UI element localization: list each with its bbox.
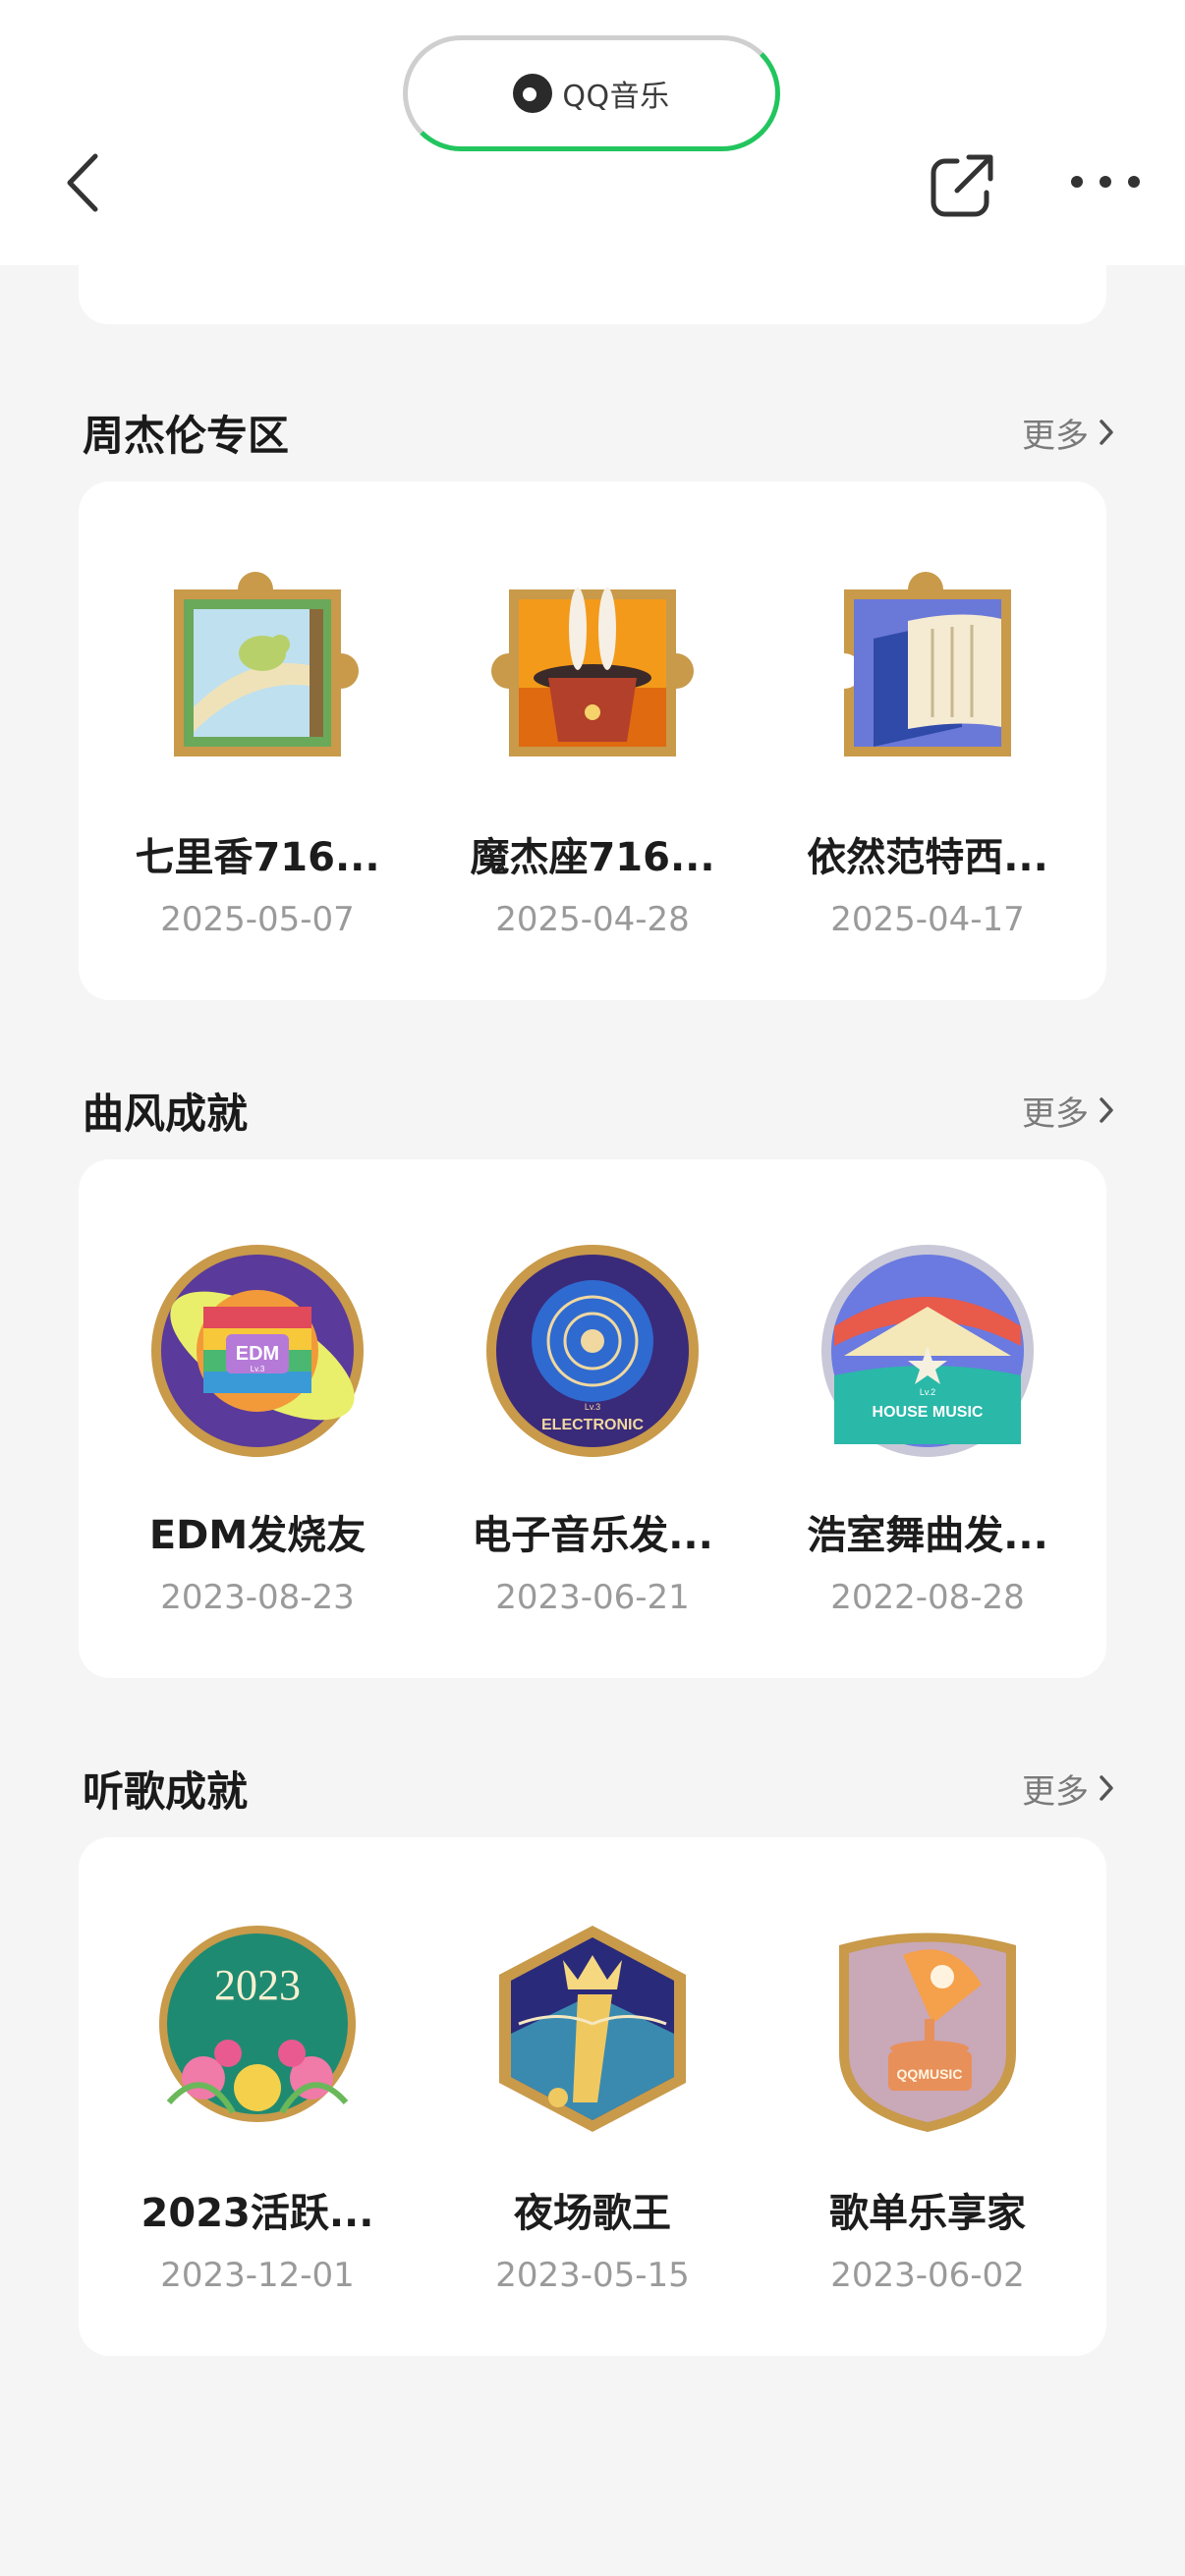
- more-label: 更多: [1022, 1771, 1089, 1812]
- section-title: 周杰伦专区: [83, 411, 290, 460]
- gramophone-badge-icon: QQMUSIC: [839, 1932, 1016, 2132]
- badge-item[interactable]: QQMUSIC 歌单乐享家 2023-06-02: [757, 1916, 1099, 2295]
- badge-name: 歌单乐享家: [829, 2191, 1026, 2236]
- night-king-badge-icon: [499, 1926, 686, 2132]
- badge-date: 2023-12-01: [160, 2256, 355, 2295]
- badge-item[interactable]: 依然范特西... 2025-04-17: [757, 560, 1099, 939]
- badge-card-genre: EDM Lv.3 EDM发烧友 2023-08-23 Lv.3 ELECTRON…: [79, 1159, 1106, 1678]
- badge-item[interactable]: Lv.2 HOUSE MUSIC 浩室舞曲发... 2022-08-28: [757, 1238, 1099, 1617]
- badge-name: 浩室舞曲发...: [807, 1513, 1048, 1558]
- back-button[interactable]: [57, 147, 108, 218]
- chevron-right-icon: [1100, 1097, 1113, 1123]
- share-button[interactable]: [924, 147, 1000, 224]
- section-more-link[interactable]: 更多: [1022, 409, 1114, 457]
- badge-date: 2023-06-21: [495, 1578, 690, 1617]
- badge-date: 2023-05-15: [495, 2256, 690, 2295]
- electronic-vinyl-badge-icon: Lv.3 ELECTRONIC: [486, 1245, 699, 1457]
- badge-item[interactable]: 魔杰座716... 2025-04-28: [422, 560, 763, 939]
- qq-music-logo-icon: [513, 74, 553, 113]
- svg-text:QQMUSIC: QQMUSIC: [897, 2066, 963, 2082]
- brand-pill[interactable]: QQ音乐: [403, 35, 780, 151]
- badge-item[interactable]: 七里香716... 2025-05-07: [86, 560, 428, 939]
- section-title: 曲风成就: [83, 1089, 249, 1138]
- more-dot: [1071, 176, 1083, 188]
- more-dot: [1100, 176, 1111, 188]
- svg-text:ELECTRONIC: ELECTRONIC: [541, 1417, 644, 1433]
- badge-name: 电子音乐发...: [472, 1513, 713, 1558]
- badge-date: 2023-06-02: [830, 2256, 1025, 2295]
- section-header-jay: 周杰伦专区 更多: [83, 403, 1114, 462]
- chevron-right-icon: [1100, 1775, 1113, 1801]
- section-header-genre: 曲风成就 更多: [83, 1081, 1114, 1140]
- badge-card-listening: 2023 2023活跃... 2023-12-01 夜场歌王 2023-05-1…: [79, 1837, 1106, 2356]
- chevron-right-icon: [1100, 420, 1113, 445]
- section-more-link[interactable]: 更多: [1022, 1764, 1114, 1813]
- section-header-listening: 听歌成就 更多: [83, 1759, 1114, 1818]
- badge-name: EDM发烧友: [148, 1513, 367, 1558]
- top-bar: QQ音乐: [0, 0, 1185, 265]
- badge-date: 2025-04-28: [495, 900, 690, 939]
- scroll-puzzle-badge-icon: [844, 572, 1011, 756]
- previous-card-bottom: [79, 246, 1106, 324]
- bird-puzzle-badge-icon: [174, 572, 359, 756]
- more-button[interactable]: [1071, 167, 1140, 196]
- edm-globe-badge-icon: EDM Lv.3: [151, 1245, 364, 1457]
- svg-text:HOUSE MUSIC: HOUSE MUSIC: [873, 1404, 984, 1421]
- svg-text:Lv.3: Lv.3: [251, 1365, 265, 1373]
- section-title: 听歌成就: [83, 1766, 249, 1816]
- share-icon: [931, 154, 993, 217]
- svg-text:EDM: EDM: [236, 1343, 279, 1365]
- badge-item[interactable]: Lv.3 ELECTRONIC 电子音乐发... 2023-06-21: [422, 1238, 763, 1617]
- chevron-left-icon: [67, 153, 98, 212]
- badge-date: 2025-04-17: [830, 900, 1025, 939]
- badge-date: 2025-05-07: [160, 900, 355, 939]
- badge-name: 依然范特西...: [807, 835, 1048, 880]
- svg-text:2023: 2023: [214, 1961, 301, 2009]
- more-label: 更多: [1022, 1093, 1089, 1134]
- badge-date: 2022-08-28: [830, 1578, 1025, 1617]
- badge-item[interactable]: 2023 2023活跃... 2023-12-01: [86, 1916, 428, 2295]
- more-dot: [1128, 176, 1140, 188]
- svg-text:Lv.3: Lv.3: [585, 1402, 600, 1412]
- badge-card-jay: 七里香716... 2025-05-07 魔杰座716... 2025-04-2…: [79, 481, 1106, 1000]
- badge-date: 2023-08-23: [160, 1578, 355, 1617]
- svg-text:Lv.2: Lv.2: [920, 1387, 935, 1397]
- badge-name: 魔杰座716...: [470, 835, 715, 880]
- magic-hat-puzzle-badge-icon: [491, 588, 694, 756]
- badge-name: 夜场歌王: [514, 2191, 671, 2236]
- house-music-badge-icon: Lv.2 HOUSE MUSIC: [821, 1245, 1034, 1457]
- badge-name: 2023活跃...: [141, 2191, 374, 2236]
- section-more-link[interactable]: 更多: [1022, 1087, 1114, 1135]
- year-2023-flower-badge-icon: 2023: [159, 1926, 356, 2122]
- brand-label: QQ音乐: [562, 80, 670, 114]
- more-label: 更多: [1022, 416, 1089, 456]
- badge-item[interactable]: EDM Lv.3 EDM发烧友 2023-08-23: [86, 1238, 428, 1617]
- badge-item[interactable]: 夜场歌王 2023-05-15: [422, 1916, 763, 2295]
- badge-name: 七里香716...: [135, 835, 380, 880]
